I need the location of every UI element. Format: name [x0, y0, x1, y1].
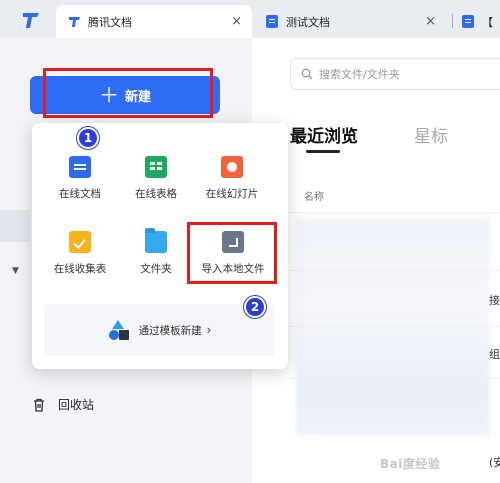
- doc-icon: [69, 156, 91, 178]
- tencent-docs-logo-icon[interactable]: [20, 9, 42, 31]
- row-divider: [290, 212, 500, 213]
- file-name-fragment[interactable]: 组: [489, 346, 500, 362]
- tab-test-doc[interactable]: 测试文档 ×: [262, 5, 452, 38]
- tab-recent[interactable]: 最近浏览: [290, 122, 358, 147]
- tab-separator: [452, 14, 453, 28]
- menu-item-label: 在线表格: [135, 188, 177, 200]
- sidebar-item-trash[interactable]: 回收站: [32, 396, 94, 413]
- form-icon: [69, 231, 91, 253]
- menu-item-label: 在线收集表: [53, 263, 107, 275]
- menu-item-online-form[interactable]: 在线收集表: [42, 231, 118, 276]
- tab-third[interactable]: 【: [458, 5, 500, 38]
- row-divider: [290, 378, 500, 379]
- menu-item-folder[interactable]: 文件夹: [118, 228, 194, 276]
- blurred-file-list: [296, 218, 490, 436]
- row-divider: [290, 326, 500, 327]
- menu-item-online-sheet[interactable]: 在线表格: [118, 156, 194, 201]
- new-button-highlight-box: [43, 68, 213, 118]
- folder-icon: [145, 228, 167, 253]
- active-tab-indicator: [306, 150, 340, 153]
- browser-tab-bar: 腾讯文档 × 测试文档 × 【: [0, 0, 500, 38]
- sidebar-item-label: 回收站: [58, 398, 95, 412]
- import-item-highlight-box: [187, 222, 277, 284]
- row-divider: [290, 270, 500, 271]
- tab-title: 测试文档: [286, 15, 330, 29]
- search-placeholder: 搜索文件/文件夹: [319, 68, 400, 81]
- search-input[interactable]: 搜索文件/文件夹: [290, 58, 500, 90]
- expand-caret-icon[interactable]: ▼: [12, 266, 19, 276]
- file-name-fragment[interactable]: 接: [489, 292, 500, 308]
- tab-title: 【: [482, 15, 493, 29]
- file-name-fragment[interactable]: (安: [489, 454, 500, 470]
- watermark: Bai度经验: [380, 457, 441, 471]
- menu-item-online-doc[interactable]: 在线文档: [42, 156, 118, 201]
- new-from-template-button[interactable]: 通过模板新建 ›: [44, 304, 274, 356]
- menu-item-label: 在线文档: [59, 188, 101, 200]
- menu-item-label: 在线幻灯片: [205, 188, 259, 200]
- close-tab-icon[interactable]: ×: [425, 14, 436, 29]
- document-icon: [462, 15, 474, 28]
- step-badge-2: 2: [244, 296, 266, 318]
- column-header-name[interactable]: 名称: [304, 188, 324, 203]
- chevron-right-icon: ›: [206, 323, 212, 337]
- slides-icon: [221, 156, 243, 178]
- template-label: 通过模板新建: [138, 324, 202, 337]
- menu-item-online-slides[interactable]: 在线幻灯片: [194, 156, 270, 201]
- tencent-docs-tab-icon: [69, 17, 80, 27]
- sheet-icon: [145, 156, 167, 178]
- template-shapes-icon: [108, 320, 129, 340]
- tab-starred[interactable]: 星标: [414, 122, 448, 147]
- close-tab-icon[interactable]: ×: [231, 14, 242, 29]
- trash-icon: [34, 398, 44, 412]
- sidebar-selected-row[interactable]: [0, 210, 30, 242]
- menu-item-label: 文件夹: [140, 263, 172, 275]
- tab-tencent-docs[interactable]: 腾讯文档 ×: [56, 5, 252, 38]
- step-badge-1: 1: [77, 127, 99, 149]
- tab-title: 腾讯文档: [88, 15, 132, 29]
- search-icon: [301, 68, 313, 80]
- document-icon: [266, 15, 278, 28]
